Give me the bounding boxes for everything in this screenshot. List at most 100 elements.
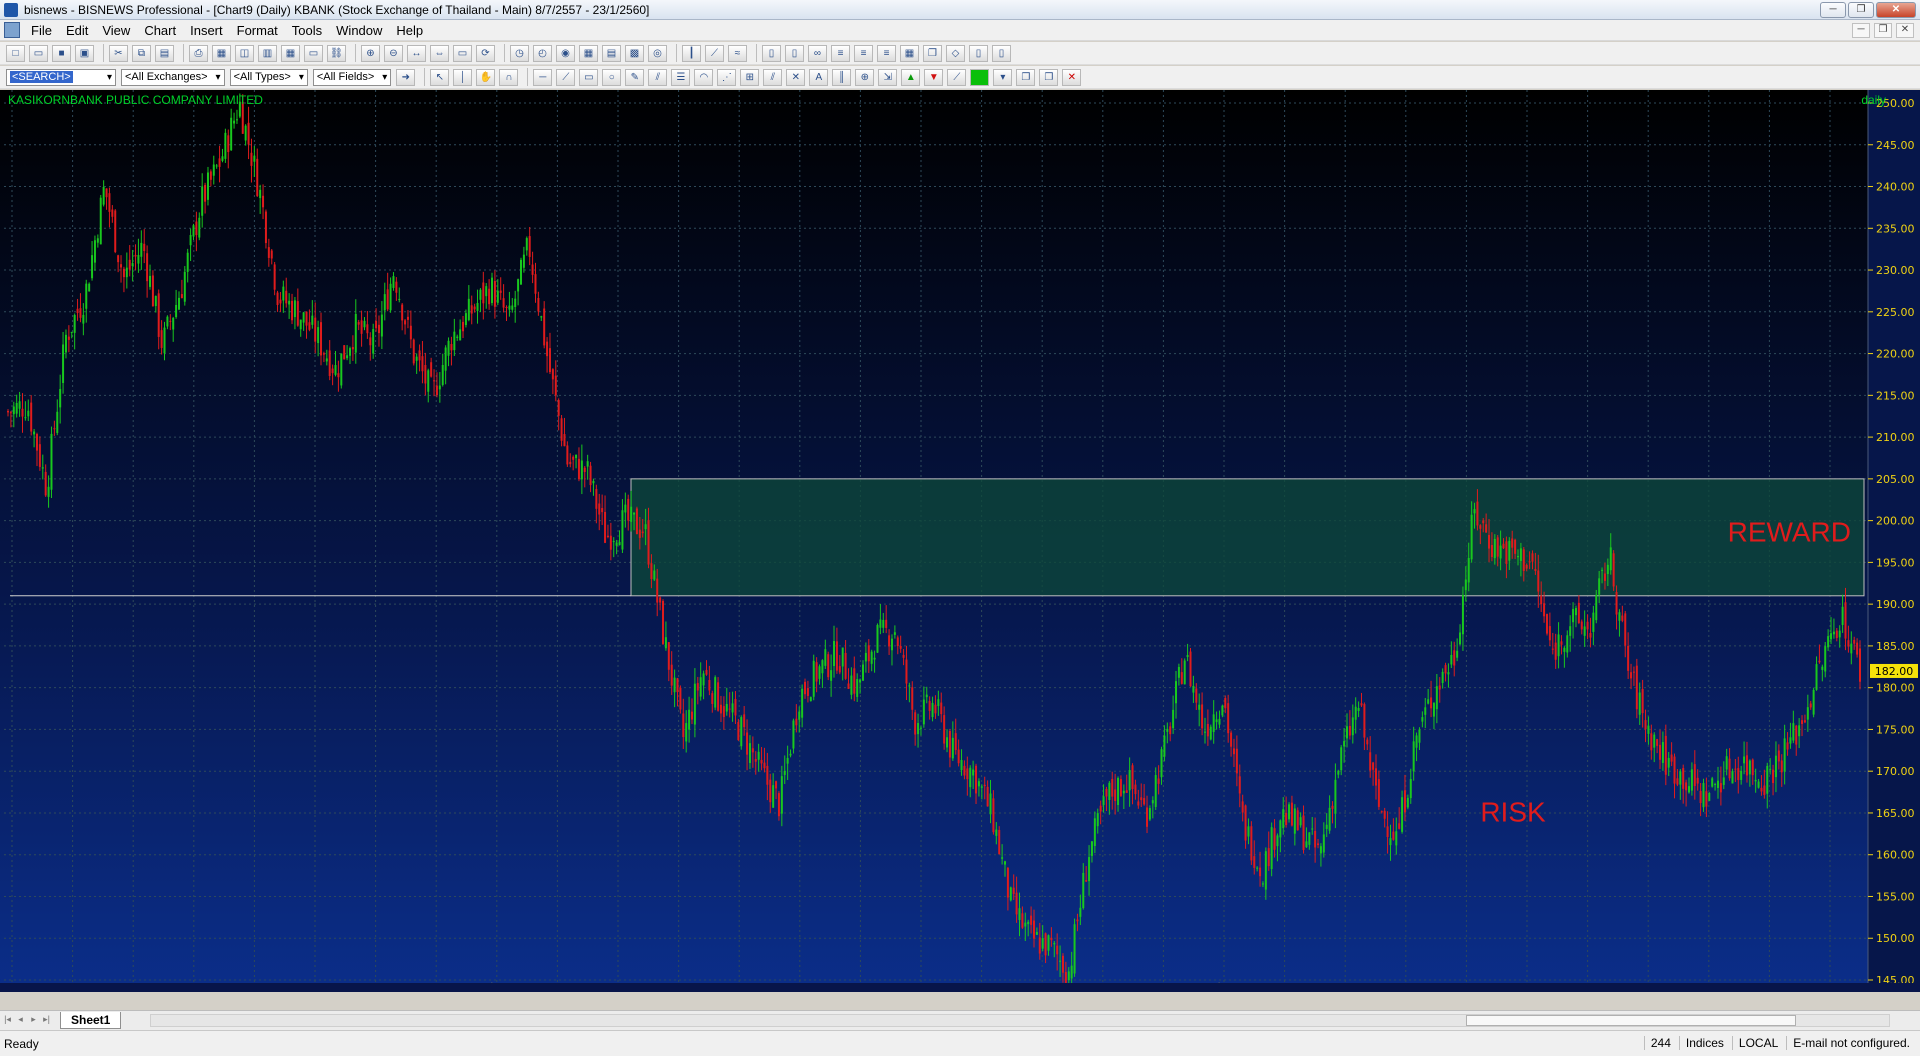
hand-icon[interactable]: ✋ <box>476 68 496 86</box>
sheet-icon[interactable]: ▤ <box>602 44 621 62</box>
fields-select[interactable]: <All Fields> <box>312 68 392 86</box>
prev-sheet-icon[interactable]: ◂ <box>15 1014 26 1027</box>
minimize-icon[interactable]: ─ <box>1820 2 1846 18</box>
grid-red-icon[interactable]: ▩ <box>625 44 644 62</box>
color-dropdown-icon[interactable]: ▾ <box>993 68 1013 86</box>
measure-icon[interactable]: ⇲ <box>878 68 898 86</box>
monitor-icon[interactable]: ▭ <box>304 44 323 62</box>
page-next-icon[interactable]: ▯ <box>992 44 1011 62</box>
arrow-up-icon[interactable]: ▲ <box>901 68 921 86</box>
target-cross-icon[interactable]: ⊕ <box>855 68 875 86</box>
cascade-icon[interactable]: ❐ <box>923 44 942 62</box>
menu-chart[interactable]: Chart <box>137 23 183 38</box>
types-select[interactable]: <All Types> <box>229 68 308 86</box>
document-icon[interactable] <box>4 22 20 38</box>
close-icon[interactable]: ✕ <box>1876 2 1916 18</box>
doc-icon[interactable]: ▯ <box>762 44 781 62</box>
crosshair-icon[interactable]: │ <box>453 68 473 86</box>
menu-insert[interactable]: Insert <box>183 23 230 38</box>
align-left-icon[interactable]: ≡ <box>831 44 850 62</box>
grid-icon[interactable]: ▦ <box>281 44 300 62</box>
chart-window-icon[interactable]: ◫ <box>235 44 254 62</box>
cut-icon[interactable]: ✂ <box>109 44 128 62</box>
go-icon[interactable]: ➜ <box>396 68 416 86</box>
horizontal-line-icon[interactable]: ─ <box>533 68 553 86</box>
print-icon[interactable]: ⎙ <box>189 44 208 62</box>
horizontal-scrollbar[interactable] <box>150 1014 1890 1027</box>
open-icon[interactable]: ▭ <box>29 44 48 62</box>
channel-icon[interactable]: ⫽ <box>763 68 783 86</box>
pencil-icon[interactable]: ✎ <box>625 68 645 86</box>
sheet-tab[interactable]: Sheet1 <box>60 1012 122 1029</box>
fibonacci-icon[interactable]: ☰ <box>671 68 691 86</box>
maximize-icon[interactable]: ❐ <box>1848 2 1874 18</box>
gann-fan-icon[interactable]: ⋰ <box>717 68 737 86</box>
indicator-icon[interactable]: ◉ <box>556 44 575 62</box>
menu-window[interactable]: Window <box>329 23 389 38</box>
compare-icon[interactable]: ≈ <box>728 44 747 62</box>
pointer-icon[interactable]: ↖ <box>430 68 450 86</box>
menu-view[interactable]: View <box>95 23 137 38</box>
chart-canvas[interactable]: '14ส.ค.ก.ย.ต.ค.พ.ย.ธ.ค.'15ก.พ.มี.ค.เม.ย.… <box>0 90 1920 992</box>
mdi-minimize-icon[interactable]: ─ <box>1852 23 1870 38</box>
menu-format[interactable]: Format <box>230 23 285 38</box>
exchanges-select[interactable]: <All Exchanges> <box>121 68 225 86</box>
align-right-icon[interactable]: ≡ <box>877 44 896 62</box>
save-icon[interactable]: ■ <box>52 44 71 62</box>
menu-edit[interactable]: Edit <box>59 23 95 38</box>
trendline-icon[interactable]: ⟋ <box>556 68 576 86</box>
zoom-out-icon[interactable]: ⊖ <box>384 44 403 62</box>
parallel-lines-icon[interactable]: ⫽ <box>648 68 668 86</box>
delete-drawings-icon[interactable]: ✕ <box>1062 68 1082 86</box>
first-sheet-icon[interactable]: |◂ <box>2 1014 13 1027</box>
text-icon[interactable]: A <box>809 68 829 86</box>
zoom-in-icon[interactable]: ⊕ <box>361 44 380 62</box>
align-center-icon[interactable]: ≡ <box>854 44 873 62</box>
color-picker-icon[interactable] <box>970 68 990 86</box>
snapshot-icon[interactable]: ▭ <box>453 44 472 62</box>
eraser-icon[interactable]: ◇ <box>946 44 965 62</box>
menu-help[interactable]: Help <box>389 23 430 38</box>
layers-icon[interactable]: ❐ <box>1016 68 1036 86</box>
copy-icon[interactable]: ⧉ <box>132 44 151 62</box>
line-chart-icon[interactable]: ⟋ <box>705 44 724 62</box>
target-icon[interactable]: ◎ <box>648 44 667 62</box>
fit-icon[interactable]: ↔ <box>407 44 426 62</box>
scrollbar-thumb[interactable] <box>1466 1015 1796 1026</box>
price-chart[interactable]: '14ส.ค.ก.ย.ต.ค.พ.ย.ธ.ค.'15ก.พ.มี.ค.เม.ย.… <box>0 90 1920 992</box>
ellipse-icon[interactable]: ○ <box>602 68 622 86</box>
last-sheet-icon[interactable]: ▸| <box>41 1014 52 1027</box>
page-icon[interactable]: ▯ <box>969 44 988 62</box>
vertical-lines-icon[interactable]: ║ <box>832 68 852 86</box>
scroll-icon[interactable]: ⇔ <box>430 44 449 62</box>
print-preview-icon[interactable]: ▦ <box>212 44 231 62</box>
cycle-icon[interactable]: ✕ <box>786 68 806 86</box>
save-all-icon[interactable]: ▣ <box>75 44 94 62</box>
candle-body-up <box>1792 723 1795 741</box>
menu-file[interactable]: File <box>24 23 59 38</box>
tile-icon[interactable]: ▦ <box>900 44 919 62</box>
layers-down-icon[interactable]: ❐ <box>1039 68 1059 86</box>
layout-icon[interactable]: ▥ <box>258 44 277 62</box>
binoculars-icon[interactable]: ∞ <box>808 44 827 62</box>
rectangle-icon[interactable]: ▭ <box>579 68 599 86</box>
symbol-search-input[interactable]: <SEARCH> <box>6 68 116 86</box>
mdi-restore-icon[interactable]: ❐ <box>1874 23 1892 38</box>
mdi-close-icon[interactable]: ✕ <box>1896 23 1914 38</box>
pattern-icon[interactable]: ⊞ <box>740 68 760 86</box>
paste-icon[interactable]: ▤ <box>155 44 174 62</box>
arrow-down-icon[interactable]: ▼ <box>924 68 944 86</box>
link-icon[interactable]: ⛓ <box>327 44 346 62</box>
doc-copy-icon[interactable]: ▯ <box>785 44 804 62</box>
clock-icon[interactable]: ◷ <box>510 44 529 62</box>
next-sheet-icon[interactable]: ▸ <box>28 1014 39 1027</box>
candle-style-icon[interactable]: ┃ <box>682 44 701 62</box>
magnet-icon[interactable]: ∩ <box>499 68 519 86</box>
arc-icon[interactable]: ◠ <box>694 68 714 86</box>
period-icon[interactable]: ◴ <box>533 44 552 62</box>
menu-tools[interactable]: Tools <box>285 23 329 38</box>
table-icon[interactable]: ▦ <box>579 44 598 62</box>
refresh-icon[interactable]: ⟳ <box>476 44 495 62</box>
indicator-chart-icon[interactable]: ⟋ <box>947 68 967 86</box>
new-icon[interactable]: □ <box>6 44 25 62</box>
